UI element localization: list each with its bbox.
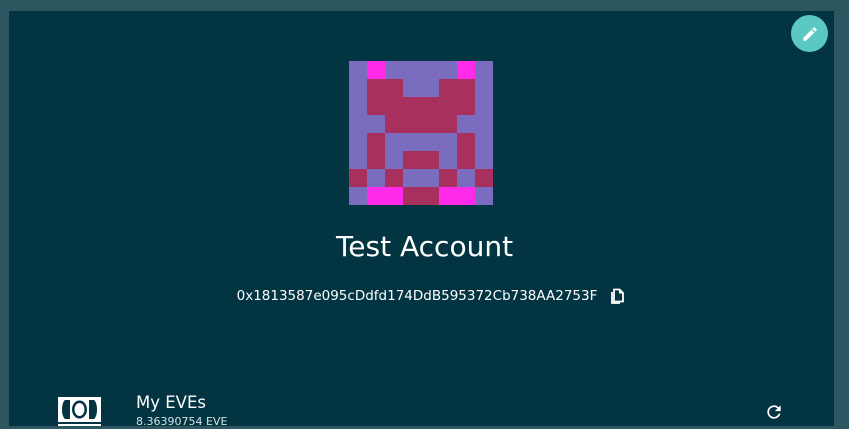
refresh-balance-button[interactable] [764, 402, 784, 422]
refresh-icon [767, 405, 781, 419]
copy-address-button[interactable] [607, 286, 627, 306]
account-name: Test Account [335, 230, 514, 263]
token-name: My EVEs [136, 393, 206, 412]
banknote-icon [58, 397, 101, 426]
account-identicon [349, 61, 493, 205]
token-balance: 8.36390754 EVE [136, 415, 228, 428]
pencil-icon [802, 26, 817, 41]
account-address: 0x1813587e095cDdfd174DdB595372Cb738AA275… [236, 288, 598, 304]
copy-icon [611, 288, 625, 304]
edit-account-button[interactable] [791, 15, 828, 52]
address-row: 0x1813587e095cDdfd174DdB595372Cb738AA275… [0, 286, 849, 306]
